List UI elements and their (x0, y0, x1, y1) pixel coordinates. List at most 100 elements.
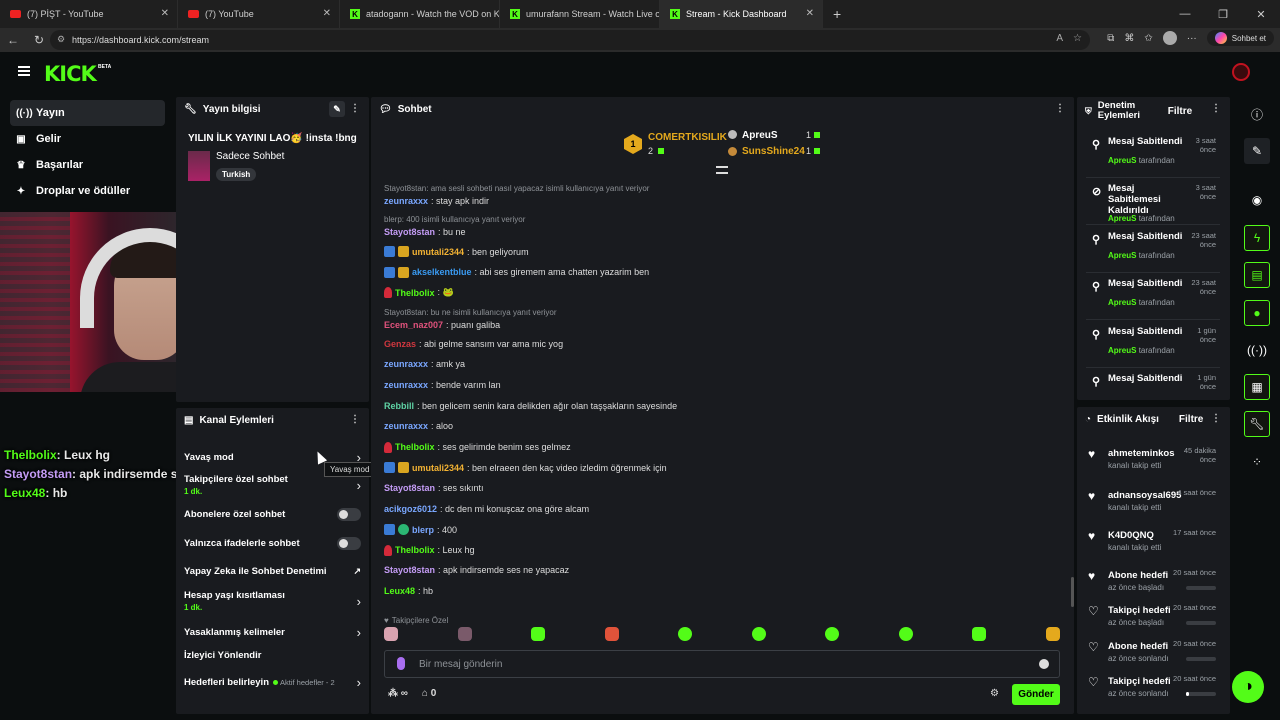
ai-moderation-row[interactable]: Yapay Zeka ile Sohbet Denetimi ↗ (184, 566, 361, 577)
close-tab-icon[interactable]: ✕ (161, 8, 169, 19)
emote-icon[interactable] (972, 627, 987, 641)
kick-logo[interactable]: KICK (44, 62, 97, 86)
mod-action-row[interactable]: ⚲ Mesaj Sabitlendi 23 saat önce ApreuS tara… (1086, 227, 1220, 273)
pinned-collapse-icon[interactable] (716, 166, 728, 174)
gift-counter[interactable]: ⌂ 0 (422, 688, 436, 699)
more-options-icon[interactable]: ⋮ (350, 103, 360, 114)
activity-row[interactable]: ♡ Abone hedefi 20 saat önce az önce sonland… (1086, 639, 1220, 675)
emote-icon[interactable] (1045, 627, 1060, 641)
broadcast-signal-icon[interactable]: ((·)) (1244, 337, 1270, 363)
chat-username[interactable]: Stayot8stan (384, 565, 435, 575)
banned-words-row[interactable]: Yasaklanmış kelimeler › (184, 625, 361, 640)
chat-username[interactable]: Thelbolix (395, 545, 435, 555)
microphone-icon[interactable] (397, 657, 405, 670)
minimize-icon[interactable]: — (1166, 0, 1204, 28)
emote-icon[interactable] (898, 627, 913, 641)
emote-only-toggle[interactable] (337, 537, 361, 550)
favorite-star-icon[interactable]: ☆ (1073, 33, 1082, 44)
sidebar-item-basarilar[interactable]: ♛ Başarılar (0, 152, 170, 178)
mod-action-row[interactable]: ⊘ Mesaj Sabitlemesi Kaldırıldı 3 saat önce… (1086, 179, 1220, 225)
chat-username[interactable]: Stayot8stan (384, 227, 435, 237)
close-tab-icon[interactable]: ✕ (806, 8, 814, 19)
pencil-icon[interactable]: ✎ (1244, 138, 1270, 164)
more-options-icon[interactable]: ⋮ (1211, 413, 1221, 424)
activity-row[interactable]: ♥ K4D0QNQ 17 saat önce kanalı takip etti (1086, 528, 1220, 564)
filter-button[interactable]: Filtre (1179, 414, 1203, 425)
mod-action-row[interactable]: ⚲ Mesaj Sabitlendi 1 gün önce ApreuS tarafı… (1086, 322, 1220, 368)
more-options-icon[interactable]: ⋮ (1211, 103, 1221, 114)
camera-icon[interactable]: ◉ (1244, 187, 1270, 213)
account-age-row[interactable]: Hesap yaşı kısıtlaması 1 dk. › (184, 590, 361, 612)
emote-icon[interactable] (531, 627, 546, 641)
chat-scrollbar[interactable] (1071, 577, 1074, 607)
layout-icon[interactable]: ▦ (1244, 374, 1270, 400)
activity-row[interactable]: ♡ Takipçi hedefi 20 saat önce az önce sonla… (1086, 674, 1220, 710)
extensions-icon[interactable]: ⧉ (1107, 33, 1114, 44)
emoji-icon[interactable] (1039, 659, 1049, 669)
more-options-icon[interactable]: ⋮ (350, 414, 360, 425)
emote-icon[interactable] (751, 627, 766, 641)
raid-row[interactable]: İzleyici Yönlendir (184, 650, 361, 661)
browser-tab-4[interactable]: K umurafann Stream - Watch Live on (500, 0, 660, 28)
chat-username[interactable]: Thelbolix (395, 442, 435, 452)
edit-pencil-icon[interactable]: ✎ (329, 101, 345, 117)
back-icon[interactable]: ← (0, 33, 26, 47)
browser-tab-1[interactable]: (7) PİŞT - YouTube ✕ (0, 0, 178, 28)
chat-bubble-icon[interactable]: ● (1244, 300, 1270, 326)
emote-icon[interactable] (457, 627, 472, 641)
chat-username[interactable]: blerp (412, 525, 434, 535)
emote-icon[interactable] (384, 627, 398, 641)
activity-row[interactable]: ♥ Abone hedefi 20 saat önce az önce başladı (1086, 568, 1220, 604)
chat-username[interactable]: umutali2344 (412, 247, 464, 257)
user-avatar[interactable] (1232, 63, 1250, 81)
points-button[interactable]: ⁂ ∞ (388, 688, 408, 699)
maximize-icon[interactable]: ❐ (1204, 0, 1242, 28)
browser-tab-2[interactable]: (7) YouTube ✕ (178, 0, 340, 28)
browser-tab-5[interactable]: K Stream - Kick Dashboard ✕ (660, 0, 823, 28)
filter-button[interactable]: Filtre (1168, 106, 1192, 117)
language-tag[interactable]: Turkish (216, 168, 257, 181)
info-icon[interactable]: ⓘ (1244, 101, 1270, 127)
chat-username[interactable]: Genzas (384, 339, 416, 349)
collections-icon[interactable]: ✩ (1144, 33, 1152, 44)
chat-username[interactable]: Stayot8stan (384, 483, 435, 493)
emote-icon[interactable] (825, 627, 840, 641)
split-icon[interactable]: ⌘ (1124, 33, 1134, 44)
sidebar-item-droplar[interactable]: ✦ Droplar ve ödüller (0, 178, 170, 204)
chat-input[interactable]: Bir mesaj gönderin (384, 650, 1060, 678)
chat-username[interactable]: umutali2344 (412, 463, 464, 473)
mod-action-row[interactable]: ⚲ Mesaj Sabitlendi 3 saat önce ApreuS taraf… (1086, 132, 1220, 178)
gift-leaderboard[interactable]: 1 COMERTKISILIK 2 ApreuS 1 SunsShine24 1 (624, 130, 824, 164)
site-info-icon[interactable]: ⚙ (57, 34, 65, 45)
browser-tab-3[interactable]: K atadogann - Watch the VOD on Ki (340, 0, 500, 28)
send-button[interactable]: Gönder (1012, 684, 1060, 705)
followers-only-row[interactable]: Takipçilere özel sohbet 1 dk. › (184, 474, 361, 496)
chat-username[interactable]: zeunraxxx (384, 196, 428, 206)
emote-icon[interactable] (604, 627, 619, 641)
chat-username[interactable]: Leux48 (384, 586, 415, 596)
new-tab-icon[interactable]: + (833, 6, 841, 22)
chat-settings-gear-icon[interactable]: ⚙ (990, 688, 999, 699)
emote-icon[interactable] (678, 627, 693, 641)
close-tab-icon[interactable]: ✕ (323, 8, 331, 19)
document-icon[interactable]: ▤ (1244, 262, 1270, 288)
goals-row[interactable]: Hedefleri belirleyin Aktif hedefler - 2 › (184, 675, 361, 690)
chat-username[interactable]: zeunraxxx (384, 359, 428, 369)
chat-username[interactable]: zeunraxxx (384, 421, 428, 431)
subscribers-only-toggle[interactable] (337, 508, 361, 521)
url-field[interactable]: ⚙ https://dashboard.kick.com/stream A ☆ (50, 30, 1090, 50)
close-window-icon[interactable]: ✕ (1242, 0, 1280, 28)
wrench-icon[interactable]: 🔧︎ (1244, 411, 1270, 437)
profile-icon[interactable] (1162, 31, 1177, 45)
lightning-icon[interactable]: ϟ (1244, 225, 1270, 251)
more-options-icon[interactable]: ⋮ (1055, 103, 1065, 114)
help-chat-icon[interactable]: ◑ (1232, 671, 1264, 703)
copilot-button[interactable]: Sohbet et (1206, 30, 1274, 46)
more-icon[interactable]: ··· (1187, 33, 1197, 44)
mod-action-row[interactable]: ⚲ Mesaj Sabitlendi 23 saat önce ApreuS tara… (1086, 274, 1220, 320)
chat-username[interactable]: zeunraxxx (384, 380, 428, 390)
chat-username[interactable]: Rebbill (384, 401, 414, 411)
chat-username[interactable]: Ecem_naz007 (384, 320, 443, 330)
activity-row[interactable]: ♥ adnansoysal695 4 saat önce kanalı takip e… (1086, 488, 1220, 524)
menu-icon[interactable] (18, 66, 30, 76)
